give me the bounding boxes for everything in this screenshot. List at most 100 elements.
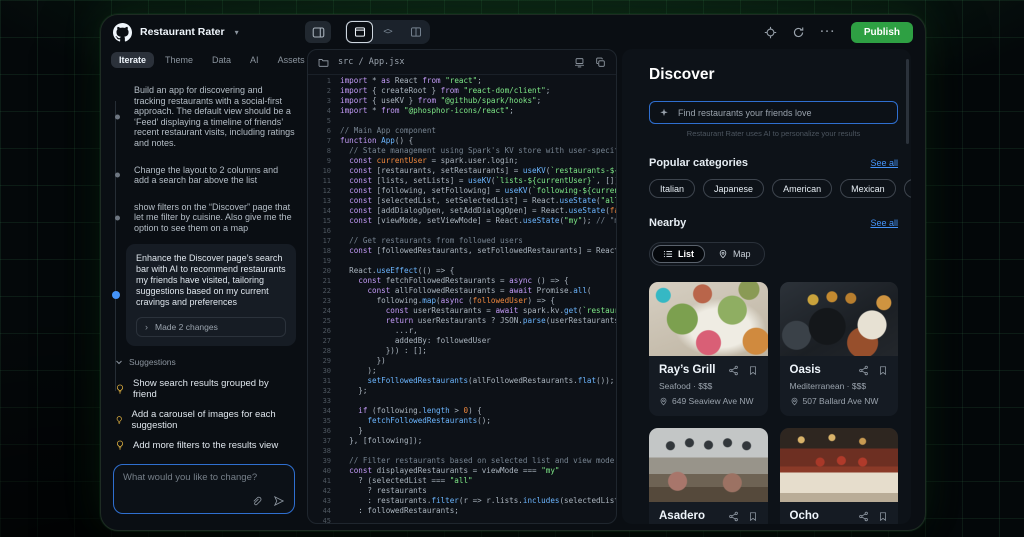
share-icon[interactable] bbox=[858, 511, 869, 522]
prompt-text: show filters on the “Discover” page that… bbox=[134, 202, 295, 234]
line-number: 6 bbox=[308, 126, 340, 136]
bookmark-icon[interactable] bbox=[748, 511, 758, 522]
format-button[interactable] bbox=[574, 57, 585, 68]
card-body: OasisMediterranean · $$$507 Ballard Ave … bbox=[780, 356, 899, 416]
code-text: import { createRoot } from "react-dom/cl… bbox=[340, 86, 550, 96]
code-line: 28 })) : []; bbox=[308, 346, 616, 356]
restaurant-card[interactable]: Ray’s GrillSeafood · $$$649 Seaview Ave … bbox=[649, 282, 768, 416]
view-controls: <> bbox=[305, 20, 430, 44]
split-view-button[interactable] bbox=[403, 22, 428, 42]
map-view-toggle[interactable]: Map bbox=[707, 245, 762, 263]
prompt-message[interactable]: Build an app for discovering and trackin… bbox=[134, 85, 295, 149]
card-body: Ocho bbox=[780, 502, 899, 524]
code-text: const currentUser = spark.user.login; bbox=[340, 156, 518, 166]
share-icon[interactable] bbox=[728, 365, 739, 376]
changes-toggle[interactable]: › Made 2 changes bbox=[136, 317, 286, 337]
chevron-down-icon[interactable]: ▾ bbox=[235, 28, 239, 37]
split-view-icon bbox=[410, 26, 422, 38]
code-line: 18 const [followedRestaurants, setFollow… bbox=[308, 246, 616, 256]
restaurant-card[interactable]: Asadero bbox=[649, 428, 768, 524]
attach-button[interactable] bbox=[251, 496, 262, 507]
tab-ai[interactable]: AI bbox=[242, 52, 267, 68]
tab-data[interactable]: Data bbox=[204, 52, 239, 68]
code-line: 13 const [selectedList, setSelectedList]… bbox=[308, 196, 616, 206]
tab-theme[interactable]: Theme bbox=[157, 52, 201, 68]
suggestion-item[interactable]: Add a carousel of images for each sugges… bbox=[115, 404, 295, 435]
card-title-row: Ray’s Grill bbox=[659, 364, 758, 376]
code-line: 4import * from "@phosphor-icons/react"; bbox=[308, 106, 616, 116]
sidebar-tabs: IterateThemeDataAIAssets bbox=[101, 49, 307, 71]
code-line: 24 const userRestaurants = await spark.k… bbox=[308, 306, 616, 316]
copy-button[interactable] bbox=[595, 57, 606, 68]
line-number: 42 bbox=[308, 486, 340, 496]
send-button[interactable] bbox=[273, 495, 285, 507]
file-path: src / App.jsx bbox=[338, 57, 405, 67]
bookmark-icon[interactable] bbox=[748, 365, 758, 376]
restaurant-name: Ray’s Grill bbox=[659, 364, 719, 376]
line-number: 15 bbox=[308, 216, 340, 226]
category-pill-japanese[interactable]: Japanese bbox=[703, 179, 764, 198]
sidebar-toggle-button[interactable] bbox=[305, 21, 331, 43]
chat-input-box[interactable] bbox=[113, 464, 295, 514]
active-prompt-card[interactable]: Enhance the Discover page’s search bar w… bbox=[126, 244, 296, 346]
chevron-down-icon bbox=[115, 358, 123, 366]
bookmark-icon[interactable] bbox=[878, 511, 888, 522]
code-line: 29 }) bbox=[308, 356, 616, 366]
line-number: 13 bbox=[308, 196, 340, 206]
see-all-nearby-link[interactable]: See all bbox=[870, 218, 898, 228]
code-text: addedBy: followedUser bbox=[340, 336, 491, 346]
code-text: const [viewMode, setViewMode] = React.us… bbox=[340, 216, 616, 226]
restaurant-card[interactable]: Ocho bbox=[780, 428, 899, 524]
code-line: 44 : followedRestaurants; bbox=[308, 506, 616, 516]
code-text: setFollowedRestaurants(allFollowedRestau… bbox=[340, 376, 614, 386]
list-icon bbox=[663, 249, 673, 259]
list-view-toggle[interactable]: List bbox=[652, 245, 705, 263]
inspect-target-button[interactable] bbox=[764, 26, 777, 39]
category-pill-mexican[interactable]: Mexican bbox=[840, 179, 896, 198]
more-options-button[interactable]: ··· bbox=[820, 26, 836, 38]
search-input[interactable] bbox=[676, 107, 888, 119]
app-brand[interactable]: Restaurant Rater ▾ bbox=[113, 23, 305, 42]
code-text: : followedRestaurants; bbox=[340, 506, 459, 516]
scrollbar-thumb[interactable] bbox=[906, 59, 909, 144]
suggestion-item[interactable]: Add more filters to the results view bbox=[115, 435, 295, 455]
code-view-button[interactable]: <> bbox=[375, 22, 400, 42]
suggestion-item[interactable]: Show search results grouped by friend bbox=[115, 373, 295, 404]
category-pill-american[interactable]: American bbox=[772, 179, 832, 198]
code-line: 36 } bbox=[308, 426, 616, 436]
prompt-message[interactable]: Change the layout to 2 columns and add a… bbox=[134, 165, 295, 186]
code-text: import * as React from "react"; bbox=[340, 76, 482, 86]
card-body: Ray’s GrillSeafood · $$$649 Seaview Ave … bbox=[649, 356, 768, 416]
cuisine-price: Mediterranean · $$$ bbox=[790, 381, 889, 391]
category-pill-italian[interactable]: Italian bbox=[649, 179, 695, 198]
code-text: const [following, setFollowing] = useKV(… bbox=[340, 186, 616, 196]
prompt-message[interactable]: show filters on the “Discover” page that… bbox=[134, 202, 295, 234]
code-text: const allFollowedRestaurants = await Pro… bbox=[340, 286, 591, 296]
timeline-dot bbox=[115, 173, 120, 178]
app-title: Restaurant Rater bbox=[140, 26, 225, 38]
cuisine-price: Seafood · $$$ bbox=[659, 381, 758, 391]
suggestions-list: Show search results grouped by friendAdd… bbox=[115, 373, 295, 455]
line-number: 8 bbox=[308, 146, 340, 156]
share-icon[interactable] bbox=[858, 365, 869, 376]
code-text: fetchFollowedRestaurants(); bbox=[340, 416, 491, 426]
category-pill-chinese[interactable]: Chinese bbox=[904, 179, 911, 198]
code-line: 7function App() { bbox=[308, 136, 616, 146]
preview-view-button[interactable] bbox=[347, 22, 372, 42]
line-number: 18 bbox=[308, 246, 340, 256]
code-editor[interactable]: 1import * as React from "react";2import … bbox=[308, 75, 616, 523]
refresh-button[interactable] bbox=[792, 26, 805, 39]
prompt-text: Change the layout to 2 columns and add a… bbox=[134, 165, 295, 186]
tab-iterate[interactable]: Iterate bbox=[111, 52, 154, 68]
lightbulb-icon bbox=[115, 440, 125, 450]
restaurant-card[interactable]: OasisMediterranean · $$$507 Ballard Ave … bbox=[780, 282, 899, 416]
suggestions-header[interactable]: Suggestions bbox=[115, 357, 295, 367]
see-all-popular-link[interactable]: See all bbox=[870, 158, 898, 168]
publish-button[interactable]: Publish bbox=[851, 22, 913, 43]
view-mode-toggle-group: <> bbox=[345, 20, 430, 44]
search-bar[interactable] bbox=[649, 101, 898, 124]
line-number: 14 bbox=[308, 206, 340, 216]
share-icon[interactable] bbox=[728, 511, 739, 522]
bookmark-icon[interactable] bbox=[878, 365, 888, 376]
tab-assets[interactable]: Assets bbox=[270, 52, 313, 68]
